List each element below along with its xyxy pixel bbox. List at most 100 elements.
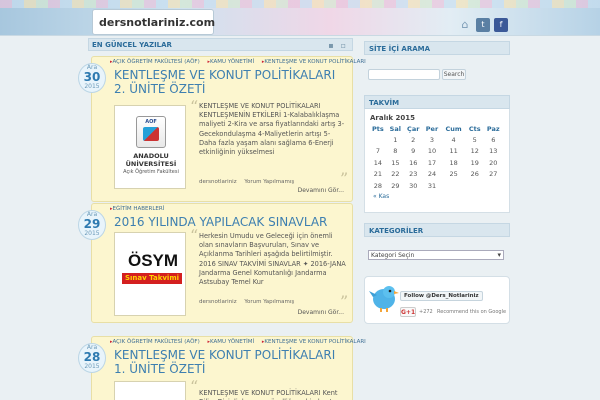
twitter-follow-button[interactable]: Follow @Ders_Notlariniz: [400, 291, 483, 301]
search-widget: SİTE İÇİ ARAMA Search: [364, 41, 510, 87]
social-widget: Follow @Ders_Notlariniz G+1 +272 Recomme…: [364, 276, 510, 324]
calendar-day: 27: [489, 170, 498, 179]
calendar-day: 10: [427, 147, 437, 156]
date-badge: Ara 28 2015: [78, 343, 106, 373]
google-recommend-text: Recommend this on Google: [437, 309, 507, 315]
calendar-day: 29: [391, 181, 400, 190]
read-more-link[interactable]: Devamını Gör...: [298, 187, 344, 194]
site-logo[interactable]: dersnotlariniz.com: [92, 9, 215, 35]
post-meta: dersnotlariniz Yorum Yapılmamış: [199, 179, 300, 185]
logo-subtitle: Sınav Takvimi: [122, 273, 182, 284]
category-link[interactable]: KENTLEŞME VE KONUT POLİTİKALARI: [262, 59, 366, 65]
categories-widget: KATEGORİLER Kategori Seçin: [364, 223, 510, 267]
calendar-day: 17: [427, 158, 437, 167]
osym-logo: ÖSYM Sınav Takvimi: [118, 251, 184, 291]
category-select[interactable]: Kategori Seçin: [368, 250, 504, 260]
search-input[interactable]: [368, 69, 440, 80]
calendar-day: 6: [491, 135, 496, 144]
calendar-day: 21: [373, 170, 383, 179]
widget-title: SİTE İÇİ ARAMA: [364, 41, 510, 55]
calendar-day: 30: [409, 181, 418, 190]
calendar-day: 25: [449, 170, 458, 179]
header-banner: dersnotlariniz.com ⌂ t f: [0, 0, 600, 36]
calendar-day: 22: [391, 170, 400, 179]
google-plus-button[interactable]: G+1: [400, 307, 416, 317]
category-link[interactable]: AÇIK ÖĞRETİM FAKÜLTESİ (AÖF): [110, 59, 200, 65]
twitter-bird-icon: [369, 286, 399, 312]
date-badge: Ara 30 2015: [78, 63, 106, 93]
weekday-header: Cum: [445, 125, 462, 133]
date-day: 29: [83, 217, 101, 231]
category-link[interactable]: KAMU YÖNETİMİ: [207, 339, 254, 345]
calendar-day: 16: [409, 158, 418, 167]
post-thumbnail[interactable]: AOF ANADOLU ÜNİVERSİTESİ Açık Öğretim Fa…: [114, 105, 186, 189]
author-link[interactable]: dersnotlariniz: [199, 179, 237, 185]
quote-open-icon: “: [190, 97, 199, 116]
twitter-icon[interactable]: t: [476, 18, 490, 32]
caption-line: ANADOLU: [133, 152, 169, 160]
post-title[interactable]: 2016 YILINDA YAPILACAK SINAVLAR: [114, 215, 346, 229]
post-categories: AÇIK ÖĞRETİM FAKÜLTESİ (AÖF) KAMU YÖNETİ…: [110, 59, 372, 65]
post-title[interactable]: KENTLEŞME VE KONUT POLİTİKALARI 2. ÜNİTE…: [114, 68, 346, 96]
section-title: EN GÜNCEL YAZILAR: [92, 41, 172, 49]
calendar-week: 21 22 23 24 25 26 27: [369, 169, 503, 181]
calendar-day: 19: [470, 158, 479, 167]
post-categories: EĞİTİM HABERLERİ: [110, 206, 170, 212]
calendar-day: 8: [393, 147, 398, 156]
facebook-icon[interactable]: f: [494, 18, 508, 32]
calendar-day: 14: [373, 158, 383, 167]
logo-caption: ANADOLU ÜNİVERSİTESİ Açık Öğretim Fakült…: [115, 152, 187, 176]
post-excerpt: Herkesin Umudu ve Geleceği için önemli o…: [199, 232, 346, 287]
widget-title: TAKVİM: [364, 95, 510, 109]
category-link[interactable]: EĞİTİM HABERLERİ: [110, 206, 164, 212]
calendar-day: 2: [411, 135, 416, 144]
author-link[interactable]: dersnotlariniz: [199, 299, 237, 305]
post-thumbnail[interactable]: ÖSYM Sınav Takvimi: [114, 232, 186, 316]
calendar-day: [466, 180, 484, 192]
caption-line: Açık Öğretim Fakültesi: [123, 169, 179, 175]
category-link[interactable]: KENTLEŞME VE KONUT POLİTİKALARI: [262, 339, 366, 345]
google-plus-count: +272: [419, 309, 433, 315]
logo-text: AOF: [145, 119, 157, 125]
date-year: 2015: [84, 363, 100, 370]
calendar-day: 9: [411, 147, 416, 156]
calendar-day: 1: [393, 135, 398, 144]
calendar-week: 7 8 9 10 11 12 13: [369, 146, 503, 158]
calendar-day: 15: [391, 158, 400, 167]
logo-text: ÖSYM: [128, 251, 179, 270]
category-link[interactable]: AÇIK ÖĞRETİM FAKÜLTESİ (AÖF): [110, 339, 200, 345]
category-link[interactable]: KAMU YÖNETİMİ: [207, 59, 254, 65]
calendar-day: 26: [470, 170, 479, 179]
post-card: Ara 28 2015 AÇIK ÖĞRETİM FAKÜLTESİ (AÖF)…: [78, 336, 366, 400]
calendar-day: [369, 134, 387, 146]
post-title[interactable]: KENTLEŞME VE KONUT POLİTİKALARI 1. ÜNİTE…: [114, 348, 346, 376]
comments-link[interactable]: Yorum Yapılmamış: [244, 179, 294, 185]
search-button[interactable]: Search: [442, 69, 466, 80]
home-icon[interactable]: ⌂: [458, 18, 472, 32]
view-toggle-icons[interactable]: ▪ ▫: [328, 41, 348, 50]
calendar-day: 12: [470, 147, 479, 156]
calendar-day: 18: [449, 158, 458, 167]
decorative-stripe: [0, 0, 600, 8]
calendar-day: 23: [409, 170, 418, 179]
post-card: Ara 29 2015 EĞİTİM HABERLERİ 2016 YILIND…: [78, 203, 353, 323]
aof-logo: AOF: [136, 116, 166, 148]
calendar-day: 13: [489, 147, 498, 156]
comments-link[interactable]: Yorum Yapılmamış: [244, 299, 294, 305]
date-day: 30: [83, 70, 101, 84]
calendar-day: [484, 180, 503, 192]
calendar-day: 28: [373, 181, 383, 190]
weekday-header: Pts: [372, 125, 384, 133]
calendar-week: 14 15 16 17 18 19 20: [369, 157, 503, 169]
post-excerpt: KENTLEŞME VE KONUT POLİTİKALARI Kent Bil…: [199, 389, 342, 400]
calendar-day: 11: [449, 147, 458, 156]
read-more-link[interactable]: Devamını Gör...: [298, 309, 344, 316]
calendar-day: 7: [375, 147, 380, 156]
post-thumbnail[interactable]: [114, 381, 186, 400]
calendar-week: 28 29 30 31: [369, 180, 503, 192]
post-excerpt: KENTLEŞME VE KONUT POLİTİKALARI KENTLEŞM…: [199, 102, 345, 157]
weekday-header: Per: [425, 125, 439, 133]
calendar-day: 20: [489, 158, 498, 167]
date-badge: Ara 29 2015: [78, 210, 106, 240]
calendar-prev-link[interactable]: « Kas: [365, 192, 509, 200]
